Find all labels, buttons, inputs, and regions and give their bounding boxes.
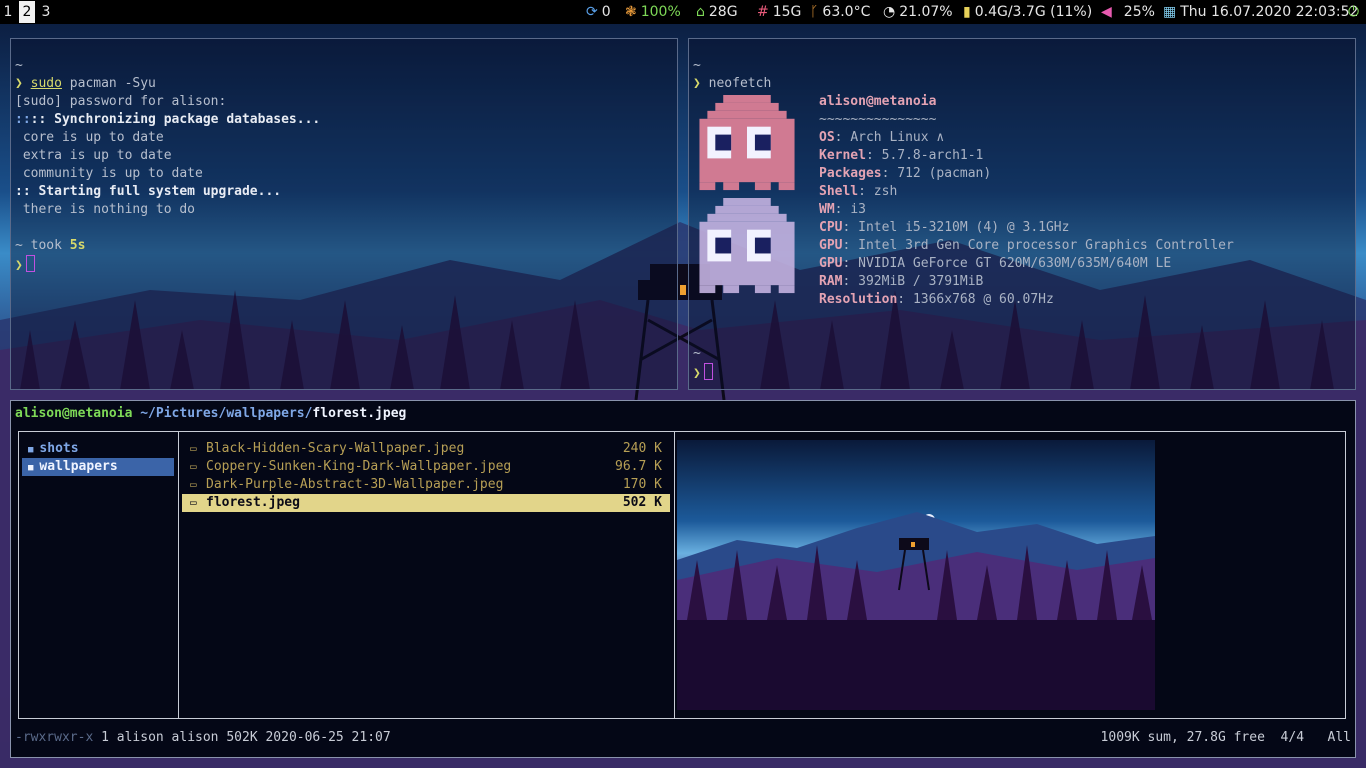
command-args: pacman -Syu bbox=[61, 76, 156, 91]
thermometer-icon: ᚴ bbox=[810, 4, 819, 20]
sync-icon: ⟳ bbox=[586, 4, 598, 20]
output-line: [sudo] password for alison: bbox=[15, 94, 227, 109]
neofetch-info-shell: Shell: zsh bbox=[819, 184, 898, 199]
image-file-icon: ▭ bbox=[190, 496, 197, 509]
image-preview bbox=[677, 440, 1155, 710]
output-line: :::: Synchronizing package databases... bbox=[15, 112, 321, 127]
dir-item-wallpapers[interactable]: ■ wallpapers bbox=[22, 458, 174, 476]
volume-module[interactable]: ◀ 25% bbox=[1101, 0, 1155, 24]
neofetch-info-kernel: Kernel: 5.7.8-arch1-1 bbox=[819, 148, 984, 163]
file-item[interactable]: ▭ Dark-Purple-Abstract-3D-Wallpaper.jpeg… bbox=[182, 476, 670, 494]
folder-icon: ■ bbox=[28, 445, 34, 455]
memory-icon: ▮ bbox=[963, 4, 971, 20]
status-bar: 1 2 3 ⟳ 0 ❃ 100% ⌂ 28G #15G ᚴ 63.0°C ◔ 21.07%… bbox=[0, 0, 1366, 24]
updates-module: ⟳ 0 bbox=[586, 4, 611, 20]
current-directory-column: ▭ Black-Hidden-Scary-Wallpaper.jpeg 240 … bbox=[179, 432, 675, 718]
image-file-icon: ▭ bbox=[190, 460, 197, 473]
neofetch-info-resolution: Resolution: 1366x768 @ 60.07Hz bbox=[819, 292, 1054, 307]
parent-directory-column: ■ shots ■ wallpapers bbox=[19, 432, 179, 718]
text-cursor bbox=[703, 363, 713, 380]
power-button[interactable]: ⏻ bbox=[1348, 0, 1359, 24]
terminal-left[interactable]: ~ ❯ sudo pacman -Syu [sudo] password for… bbox=[10, 38, 678, 390]
volume-icon: ◀ bbox=[1101, 4, 1112, 20]
hash-disk-icon: # bbox=[757, 4, 769, 20]
neofetch-info-gpu: GPU: NVIDIA GeForce GT 620M/630M/635M/64… bbox=[819, 256, 1172, 271]
prompt-dir: ~ bbox=[693, 58, 701, 73]
clock-module: ▦ Thu 16.07.2020 22:03:52 bbox=[1163, 4, 1359, 20]
ranger-columns: ■ shots ■ wallpapers ▭ Black-Hidden-Scary-… bbox=[18, 431, 1346, 719]
image-file-icon: ▭ bbox=[190, 442, 197, 455]
workspace-2[interactable]: 2 bbox=[19, 1, 35, 23]
prompt-line[interactable]: ❯ bbox=[693, 363, 713, 381]
output-line: :: Starting full system upgrade... bbox=[15, 184, 282, 199]
command-sudo: sudo bbox=[30, 76, 62, 91]
workspace-1[interactable]: 1 bbox=[0, 1, 16, 23]
output-line: extra is up to date bbox=[15, 148, 172, 163]
cpu-gauge-icon: ◔ bbox=[883, 4, 896, 20]
ranger-status-summary: 1009K sum, 27.8G free 4/4 All bbox=[1100, 730, 1351, 745]
ranger-status-file-info: -rwxrwxr-x 1 alison alison 502K 2020-06-… bbox=[15, 730, 391, 745]
prompt-symbol: ❯ bbox=[15, 76, 23, 91]
memory-module: ▮ 0.4G/3.7G (11%) bbox=[963, 4, 1093, 20]
power-icon: ⏻ bbox=[1348, 4, 1360, 20]
neofetch-info-packages: Packages: 712 (pacman) bbox=[819, 166, 992, 181]
calendar-icon: ▦ bbox=[1163, 4, 1177, 20]
cpu-module: ◔ 21.07% bbox=[883, 4, 953, 20]
dir-item-shots[interactable]: ■ shots bbox=[22, 440, 174, 458]
ranger-file-manager[interactable]: alison@metanoia ~/Pictures/wallpapers/fl… bbox=[10, 400, 1356, 758]
neofetch-info-gpu: GPU: Intel 3rd Gen Core processor Graphi… bbox=[819, 238, 1234, 253]
ranger-path-title: alison@metanoia ~/Pictures/wallpapers/fl… bbox=[15, 406, 407, 421]
terminal-right[interactable]: ~ ❯ neofetch alison@metanoia ~~~~~~~~~~~… bbox=[688, 38, 1356, 390]
prompt-dir: ~ bbox=[15, 58, 23, 73]
neofetch-info-os: OS: Arch Linux ∧ bbox=[819, 130, 945, 145]
battery-module: ❃ 100% bbox=[625, 4, 681, 20]
neofetch-info-cpu: CPU: Intel i5-3210M (4) @ 3.1GHz bbox=[819, 220, 1070, 235]
image-file-icon: ▭ bbox=[190, 478, 197, 491]
folder-icon: ■ bbox=[28, 463, 34, 473]
file-item-selected[interactable]: ▭ florest.jpeg 502 K bbox=[182, 494, 670, 512]
root-disk-module: #15G bbox=[757, 4, 802, 20]
file-item[interactable]: ▭ Black-Hidden-Scary-Wallpaper.jpeg 240 … bbox=[182, 440, 670, 458]
neofetch-user-host: alison@metanoia bbox=[819, 94, 937, 109]
home-disk-icon: ⌂ bbox=[696, 4, 705, 20]
output-line: community is up to date bbox=[15, 166, 203, 181]
home-disk-module: ⌂ 28G bbox=[696, 4, 738, 20]
file-item[interactable]: ▭ Coppery-Sunken-King-Dark-Wallpaper.jpe… bbox=[182, 458, 670, 476]
prompt-dir: ~ bbox=[693, 346, 701, 361]
command-line: ❯ sudo pacman -Syu bbox=[15, 75, 156, 93]
workspace-3[interactable]: 3 bbox=[38, 1, 54, 23]
text-cursor bbox=[25, 255, 35, 272]
neofetch-separator: ~~~~~~~~~~~~~~~ bbox=[819, 112, 937, 127]
preview-column bbox=[675, 432, 1345, 718]
took-line: ~ took 5s bbox=[15, 238, 86, 253]
prompt-line[interactable]: ❯ bbox=[15, 255, 35, 273]
output-line: there is nothing to do bbox=[15, 202, 196, 217]
battery-spark-icon: ❃ bbox=[625, 4, 637, 20]
output-line: core is up to date bbox=[15, 130, 164, 145]
command-line: ❯ neofetch bbox=[693, 76, 772, 91]
neofetch-info-ram: RAM: 392MiB / 3791MiB bbox=[819, 274, 984, 289]
neofetch-info-wm: WM: i3 bbox=[819, 202, 866, 217]
temperature-module: ᚴ 63.0°C bbox=[810, 4, 871, 20]
ghost-ascii-art bbox=[699, 95, 795, 294]
